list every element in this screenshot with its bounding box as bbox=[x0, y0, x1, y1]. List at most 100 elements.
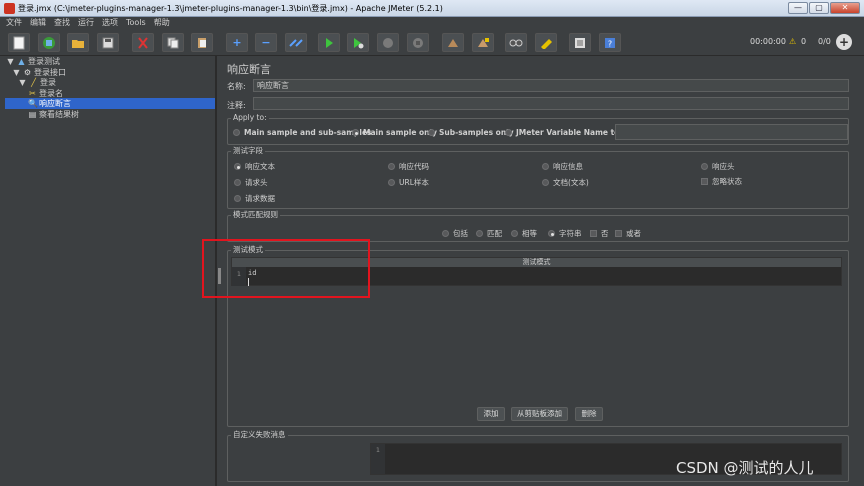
radio-icon[interactable] bbox=[233, 129, 240, 136]
radio-icon[interactable] bbox=[505, 129, 512, 136]
radio-icon[interactable] bbox=[476, 230, 483, 237]
apply-sub-only[interactable]: Sub-samples only bbox=[428, 128, 514, 137]
add-from-clipboard-button[interactable]: 从剪贴板添加 bbox=[511, 407, 568, 421]
remote-start-icon[interactable]: + bbox=[836, 34, 852, 50]
extractor-icon: ✂ bbox=[29, 89, 36, 98]
tree-item-sampler[interactable]: ▼ ╱ 登录 bbox=[18, 77, 56, 88]
maximize-button[interactable]: ▢ bbox=[809, 2, 829, 14]
radio-icon[interactable] bbox=[234, 195, 241, 202]
toggle-icon[interactable] bbox=[285, 33, 307, 52]
apply-main-and-sub[interactable]: Main sample and sub-samples bbox=[233, 128, 372, 137]
comment-field[interactable] bbox=[253, 97, 849, 110]
field-url-sampled[interactable]: URL样本 bbox=[388, 177, 429, 188]
radio-selected-icon[interactable] bbox=[352, 129, 359, 136]
rule-or-checkbox[interactable]: 或者 bbox=[615, 228, 641, 239]
apply-to-legend: Apply to: bbox=[231, 113, 269, 123]
shutdown-icon[interactable] bbox=[407, 33, 429, 52]
ignore-status-checkbox[interactable]: 忽略状态 bbox=[701, 176, 742, 187]
comment-label: 注释: bbox=[227, 101, 246, 110]
clear-all-icon[interactable] bbox=[472, 33, 494, 52]
custom-failure-legend: 自定义失败消息 bbox=[231, 430, 288, 440]
field-request-headers[interactable]: 请求头 bbox=[234, 177, 268, 188]
radio-icon[interactable] bbox=[388, 163, 395, 170]
rule-not-checkbox[interactable]: 否 bbox=[590, 228, 609, 239]
field-response-message[interactable]: 响应信息 bbox=[542, 161, 583, 172]
help-icon[interactable]: ? bbox=[599, 33, 621, 52]
menu-help[interactable]: 帮助 bbox=[154, 17, 170, 29]
radio-icon[interactable] bbox=[442, 230, 449, 237]
tree-item-results-tree[interactable]: ▤ 察看结果树 bbox=[28, 109, 79, 120]
jmeter-app-icon bbox=[4, 3, 15, 14]
collapse-all-icon[interactable]: − bbox=[255, 33, 277, 52]
svg-text:?: ? bbox=[608, 39, 612, 48]
clear-icon[interactable] bbox=[442, 33, 464, 52]
new-icon[interactable] bbox=[8, 33, 30, 52]
expand-toggle-icon[interactable]: ▼ bbox=[6, 57, 15, 66]
field-response-text[interactable]: 响应文本 bbox=[234, 161, 275, 172]
add-button[interactable]: 添加 bbox=[477, 407, 505, 421]
menu-search[interactable]: 查找 bbox=[54, 17, 70, 29]
radio-selected-icon[interactable] bbox=[234, 163, 241, 170]
radio-icon[interactable] bbox=[542, 179, 549, 186]
menu-run[interactable]: 运行 bbox=[78, 17, 94, 29]
field-to-test-legend: 测试字段 bbox=[231, 146, 265, 156]
checkbox-icon[interactable] bbox=[701, 178, 708, 185]
menu-file[interactable]: 文件 bbox=[6, 17, 22, 29]
tree-item-response-assertion[interactable]: 🔍 响应断言 bbox=[5, 98, 215, 109]
rule-substring[interactable]: 字符串 bbox=[548, 228, 582, 239]
radio-icon[interactable] bbox=[388, 179, 395, 186]
minimize-button[interactable]: — bbox=[788, 2, 808, 14]
expand-toggle-icon[interactable]: ▼ bbox=[12, 68, 21, 77]
menu-edit[interactable]: 编辑 bbox=[30, 17, 46, 29]
radio-icon[interactable] bbox=[542, 163, 549, 170]
open-icon[interactable] bbox=[67, 33, 89, 52]
watermark: CSDN @测试的人儿 bbox=[676, 459, 814, 477]
line-number: 1 bbox=[371, 444, 385, 474]
radio-icon[interactable] bbox=[701, 163, 708, 170]
radio-icon[interactable] bbox=[511, 230, 518, 237]
stop-icon[interactable] bbox=[377, 33, 399, 52]
expand-all-icon[interactable]: + bbox=[226, 33, 248, 52]
threadgroup-icon: ⚙ bbox=[23, 68, 32, 77]
window-titlebar: 登录.jmx (C:\jmeter-plugins-manager-1.3\jm… bbox=[0, 0, 864, 17]
delete-button[interactable]: 删除 bbox=[575, 407, 603, 421]
matching-rules-legend: 模式匹配规则 bbox=[231, 210, 280, 220]
start-icon[interactable] bbox=[318, 33, 340, 52]
save-icon[interactable] bbox=[97, 33, 119, 52]
rule-matches[interactable]: 匹配 bbox=[476, 228, 502, 239]
start-no-pause-icon[interactable] bbox=[347, 33, 369, 52]
expand-toggle-icon[interactable]: ▼ bbox=[18, 78, 27, 87]
name-field[interactable]: 响应断言 bbox=[253, 79, 849, 92]
apply-main-only[interactable]: Main sample only bbox=[352, 128, 437, 137]
highlight-box bbox=[202, 239, 370, 298]
copy-icon[interactable] bbox=[162, 33, 184, 52]
close-button[interactable]: ✕ bbox=[830, 2, 860, 14]
checkbox-icon[interactable] bbox=[590, 230, 597, 237]
paste-icon[interactable] bbox=[191, 33, 213, 52]
rule-contains[interactable]: 包括 bbox=[442, 228, 468, 239]
warning-icon[interactable]: ⚠ bbox=[789, 37, 796, 46]
radio-icon[interactable] bbox=[428, 129, 435, 136]
radio-icon[interactable] bbox=[234, 179, 241, 186]
rule-equals[interactable]: 相等 bbox=[511, 228, 537, 239]
elapsed-timer: 00:00:00 bbox=[750, 37, 786, 46]
field-response-headers[interactable]: 响应头 bbox=[701, 161, 735, 172]
page-title: 响应断言 bbox=[227, 63, 271, 76]
menu-tools[interactable]: Tools bbox=[126, 17, 146, 29]
name-label: 名称: bbox=[227, 82, 246, 91]
testplan-icon: ▲ bbox=[18, 57, 25, 66]
templates-icon[interactable] bbox=[38, 33, 60, 52]
tree-item-test-plan[interactable]: ▼ ▲ 登录测试 bbox=[6, 56, 60, 67]
assertion-icon: 🔍 bbox=[28, 99, 38, 108]
field-request-data[interactable]: 请求数据 bbox=[234, 193, 275, 204]
menu-options[interactable]: 选项 bbox=[102, 17, 118, 29]
field-document-text[interactable]: 文档(文本) bbox=[542, 177, 589, 188]
function-helper-icon[interactable] bbox=[569, 33, 591, 52]
field-response-code[interactable]: 响应代码 bbox=[388, 161, 429, 172]
radio-selected-icon[interactable] bbox=[548, 230, 555, 237]
variable-name-field[interactable] bbox=[615, 124, 848, 140]
search-icon[interactable] bbox=[505, 33, 527, 52]
checkbox-icon[interactable] bbox=[615, 230, 622, 237]
reset-search-icon[interactable] bbox=[535, 33, 557, 52]
cut-icon[interactable] bbox=[132, 33, 154, 52]
